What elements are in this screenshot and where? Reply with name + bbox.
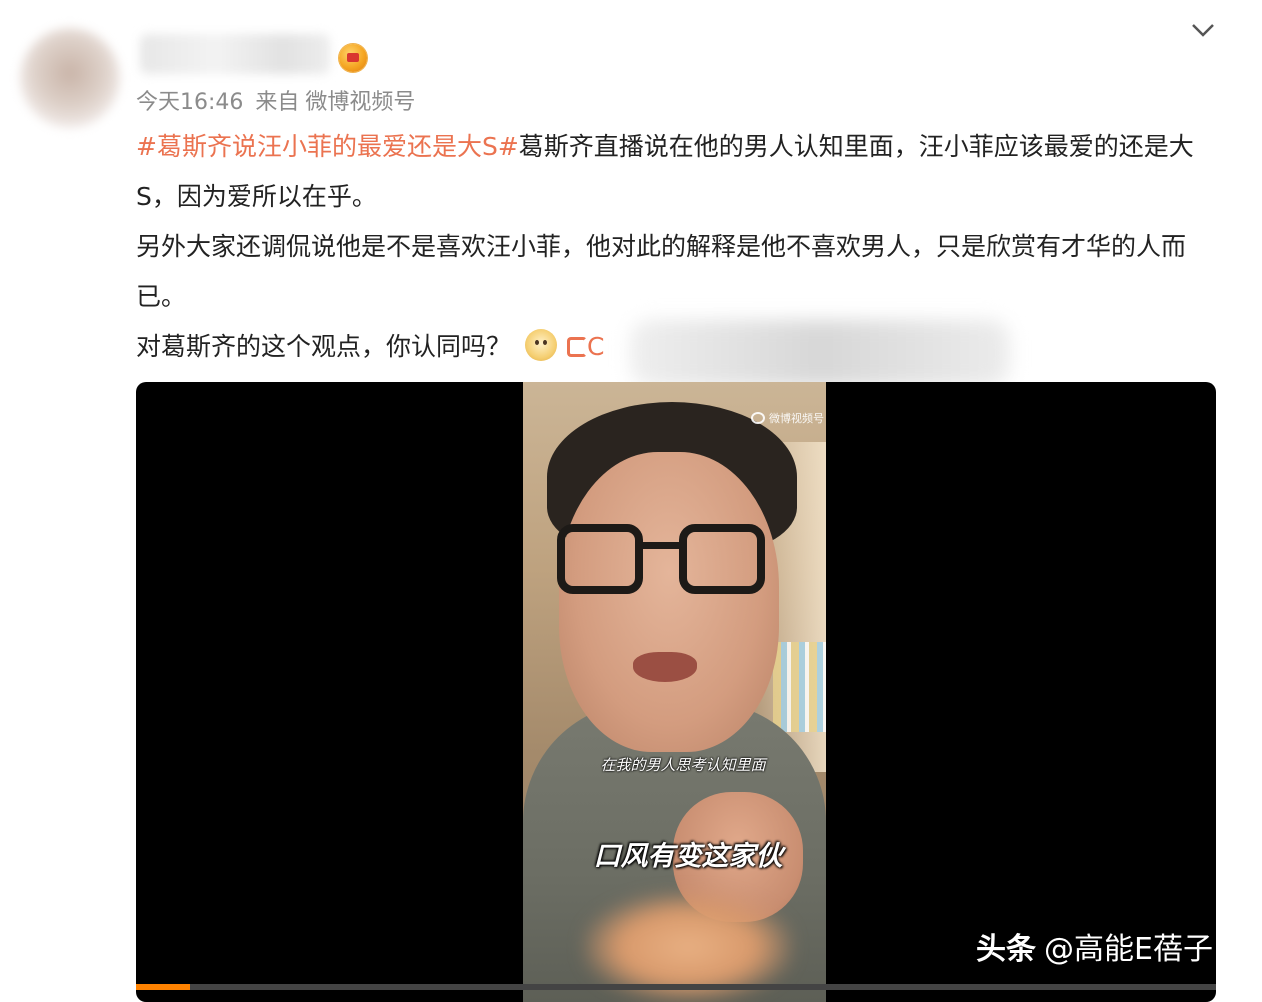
- glasses-left-lens: [557, 524, 643, 594]
- watermark-handle: @高能E蓓子: [1044, 932, 1213, 967]
- logo-text: 微博视频号: [769, 412, 824, 425]
- glasses-right-lens: [679, 524, 765, 594]
- post-paragraph-2: 另外大家还调侃说他是不是喜欢汪小菲，他对此的解释是他不喜欢男人，只是欣赏有才华的…: [136, 232, 1187, 311]
- source-prefix: 来自: [255, 90, 300, 115]
- link-blurred: [630, 320, 1010, 386]
- post-text-3: 对葛斯齐的这个观点，你认同吗？: [136, 332, 512, 361]
- weibo-logo: 微博视频号: [751, 410, 824, 432]
- video-progress-bar[interactable]: [136, 984, 1216, 990]
- vip-crown-icon: [339, 44, 367, 72]
- video-subtitle-small: 在我的男人思考认知里面: [600, 756, 766, 774]
- person-mouth: [633, 652, 697, 682]
- post-source[interactable]: 微博视频号: [305, 90, 415, 115]
- web-link-icon[interactable]: [567, 337, 588, 357]
- video-subtitle-big: 口风有变这家伙: [593, 841, 783, 872]
- watermark-brand: 头条: [976, 932, 1036, 967]
- post-time[interactable]: 今天16:46: [136, 90, 243, 115]
- background-stripes: [773, 642, 826, 732]
- username-blurred[interactable]: [140, 34, 330, 74]
- glasses-bridge: [643, 542, 679, 549]
- video-frame[interactable]: 微博视频号 在我的男人思考认知里面 口风有变这家伙: [523, 382, 826, 1002]
- video-player[interactable]: 微博视频号 在我的男人思考认知里面 口风有变这家伙: [136, 382, 1216, 1002]
- post-paragraph-1: #葛斯齐说汪小菲的最爱还是大S#葛斯齐直播说在他的男人认知里面，汪小菲应该最爱的…: [136, 122, 1206, 222]
- video-progress-fill: [136, 984, 190, 990]
- post-meta: 今天16:46 来自 微博视频号: [136, 88, 427, 118]
- person-face: [559, 452, 779, 752]
- link-text[interactable]: C: [587, 332, 604, 361]
- weibo-eye-icon: [751, 412, 765, 424]
- hashtag-link[interactable]: #葛斯齐说汪小菲的最爱还是大S#: [136, 132, 519, 161]
- avatar[interactable]: [20, 28, 120, 128]
- chevron-down-icon[interactable]: [1188, 20, 1218, 40]
- watermark: 头条 @高能E蓓子: [976, 924, 1213, 967]
- doge-emoji-icon: [525, 329, 558, 361]
